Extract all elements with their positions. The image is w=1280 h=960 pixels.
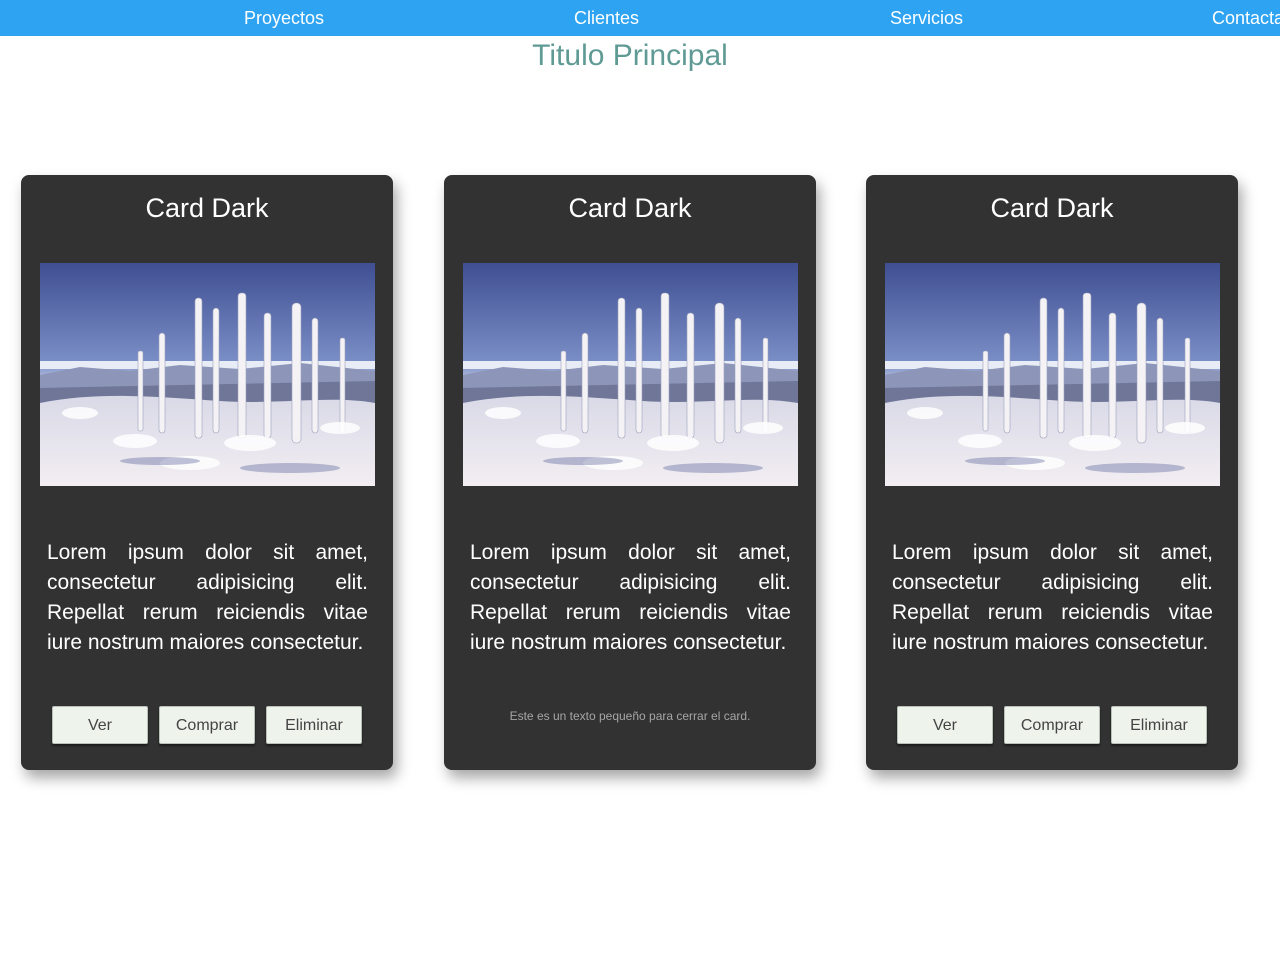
card-title: Card Dark: [990, 193, 1114, 223]
delete-button[interactable]: Eliminar: [266, 706, 362, 744]
nav-link-clientes[interactable]: Clientes: [574, 7, 639, 29]
card-text: Lorem ipsum dolor sit amet, consectetur …: [892, 541, 1213, 654]
nav-link-proyectos[interactable]: Proyectos: [244, 7, 324, 29]
card-image: [463, 263, 798, 486]
delete-button[interactable]: Eliminar: [1111, 706, 1207, 744]
nav-link-contacta[interactable]: Contacta: [1212, 7, 1280, 29]
buy-button[interactable]: Comprar: [159, 706, 255, 744]
top-navbar: Proyectos Clientes Servicios Contacta: [0, 0, 1280, 36]
view-button[interactable]: Ver: [897, 706, 993, 744]
card-image: [885, 263, 1220, 486]
card-1: Card Dark Lorem ipsum dolor sit amet, co…: [21, 175, 393, 770]
page-title: Titulo Principal: [532, 39, 728, 72]
card-image: [40, 263, 375, 486]
card-3: Card Dark Lorem ipsum dolor sit amet, co…: [866, 175, 1238, 770]
card-2: Card Dark Lorem ipsum dolor sit amet, co…: [444, 175, 816, 770]
card-title: Card Dark: [145, 193, 269, 223]
card-text: Lorem ipsum dolor sit amet, consectetur …: [470, 541, 791, 654]
nav-link-servicios[interactable]: Servicios: [890, 7, 963, 29]
card-text: Lorem ipsum dolor sit amet, consectetur …: [47, 541, 368, 654]
view-button[interactable]: Ver: [52, 706, 148, 744]
card-footer-small-text: Este es un texto pequeño para cerrar el …: [509, 709, 751, 723]
buy-button[interactable]: Comprar: [1004, 706, 1100, 744]
card-title: Card Dark: [568, 193, 692, 223]
